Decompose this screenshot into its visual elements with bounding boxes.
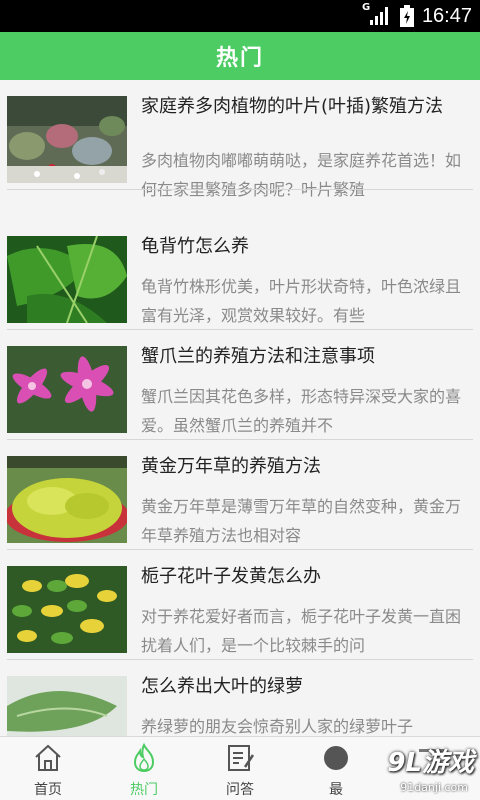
article-title[interactable]: 黄金万年草的养殖方法 — [141, 454, 461, 480]
list-item[interactable]: 怎么养出大叶的绿萝 养绿萝的朋友会惊奇别人家的绿萝叶子 — [0, 660, 480, 736]
qa-icon — [228, 745, 255, 771]
battery-icon — [399, 5, 414, 27]
article-thumbnail — [7, 236, 127, 323]
tab-label: 首页 — [34, 782, 62, 798]
article-summary: 多肉植物肉嘟嘟萌萌哒，是家庭养花首选！如何在家里繁殖多肉呢？叶片繁殖 — [141, 151, 461, 198]
status-bar: G 16:47 — [0, 0, 480, 32]
article-summary: 黄金万年草是薄雪万年草的自然变种，黄金万年草养殖方法也相对容 — [141, 497, 461, 544]
page-title: 热门 — [0, 32, 480, 80]
article-title[interactable]: 龟背竹怎么养 — [141, 234, 461, 260]
list-item[interactable]: 栀子花叶子发黄怎么办 对于养花爱好者而言，栀子花叶子发黄一直困扰着人们，是一个比… — [0, 550, 480, 660]
tab-label: 问答 — [226, 782, 254, 798]
article-title[interactable]: 怎么养出大叶的绿萝 — [141, 674, 461, 700]
tab-label: 热门 — [130, 782, 158, 798]
network-type: G — [361, 2, 371, 13]
article-summary: 蟹爪兰因其花色多样，形态特异深受大家的喜爱。虽然蟹爪兰的养殖并不 — [141, 387, 461, 434]
tab-qa[interactable]: 问答 — [192, 737, 288, 800]
list-item[interactable]: 蟹爪兰的养殖方法和注意事项 蟹爪兰因其花色多样，形态特异深受大家的喜爱。虽然蟹爪… — [0, 330, 480, 440]
clock: 16:47 — [421, 4, 472, 27]
watermark: 9L游戏 91danji.com — [356, 742, 474, 794]
article-summary: 养绿萝的朋友会惊奇别人家的绿萝叶子 — [141, 717, 414, 736]
flame-icon — [133, 743, 155, 773]
article-summary: 龟背竹株形优美，叶片形状奇特，叶色浓绿且富有光泽，观赏效果较好。有些 — [141, 277, 461, 324]
article-list[interactable]: 家庭养多肉植物的叶片(叶插)繁殖方法 多肉植物肉嘟嘟萌萌哒，是家庭养花首选！如何… — [0, 80, 480, 736]
article-thumbnail — [7, 346, 127, 433]
tab-hot[interactable]: 热门 — [96, 737, 192, 800]
article-thumbnail — [7, 566, 127, 653]
list-item[interactable]: 龟背竹怎么养 龟背竹株形优美，叶片形状奇特，叶色浓绿且富有光泽，观赏效果较好。有… — [0, 220, 480, 330]
list-item[interactable]: 黄金万年草的养殖方法 黄金万年草是薄雪万年草的自然变种，黄金万年草养殖方法也相对… — [0, 440, 480, 550]
article-thumbnail — [7, 96, 127, 183]
list-item[interactable]: 家庭养多肉植物的叶片(叶插)繁殖方法 多肉植物肉嘟嘟萌萌哒，是家庭养花首选！如何… — [0, 80, 480, 198]
watermark-brand: 9L游戏 — [387, 748, 474, 778]
article-summary: 对于养花爱好者而言，栀子花叶子发黄一直困扰着人们，是一个比较棘手的问 — [141, 607, 461, 654]
newest-icon — [324, 746, 348, 770]
home-icon — [35, 744, 61, 771]
tab-home[interactable]: 首页 — [0, 737, 96, 800]
divider — [7, 189, 473, 190]
signal-icon: G — [362, 2, 392, 27]
article-thumbnail — [7, 676, 127, 736]
article-title[interactable]: 蟹爪兰的养殖方法和注意事项 — [141, 344, 461, 370]
article-title[interactable]: 栀子花叶子发黄怎么办 — [141, 564, 461, 590]
article-thumbnail — [7, 456, 127, 543]
article-title[interactable]: 家庭养多肉植物的叶片(叶插)繁殖方法 — [141, 94, 461, 120]
watermark-url: 91danji.com — [400, 781, 468, 794]
